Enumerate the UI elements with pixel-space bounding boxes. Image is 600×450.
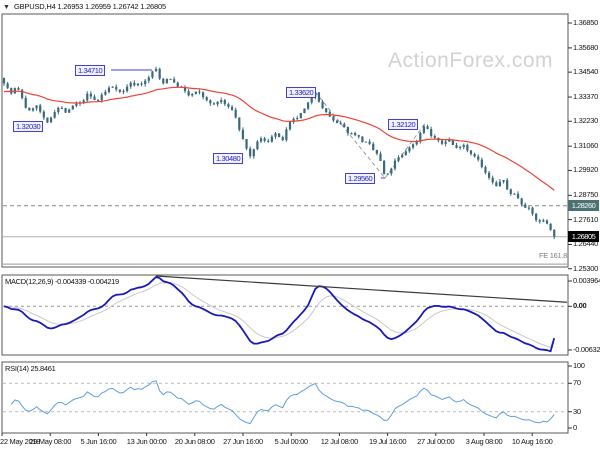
price-axis-tick: 1.34540 [573,67,599,77]
time-axis-tick: 10 Aug 16:00 [511,437,553,446]
macd-panel-background[interactable] [1,274,569,356]
rsi-axis-tick: 0 [573,423,577,432]
rsi-axis-tick: 100 [573,361,585,370]
time-axis-tick: 19 Jul 16:00 [368,437,407,446]
swing-annotation-label: 1.33620 [286,87,317,98]
price-axis-tick: 1.29920 [573,165,599,175]
macd-axis-tick: -0.006324 [573,345,600,354]
swing-annotation-label: 1.30480 [213,153,244,164]
time-axis-tick: 29 May 08:00 [29,437,72,446]
time-axis-tick: 27 Jul 00:00 [417,437,455,446]
swing-annotation-label: 1.34710 [75,65,106,76]
swing-annotation-label: 1.32120 [388,119,419,130]
watermark: ActionForex.com [388,49,554,72]
rsi-axis-tick: 30 [573,406,581,416]
price-axis-tick: 1.36850 [573,18,599,27]
macd-axis-tick: 0.003964 [573,276,600,285]
symbol-dropdown-icon[interactable]: ▼ [3,3,10,12]
time-axis-tick: 12 Jul 08:00 [320,437,359,446]
time-axis-tick: 27 Jun 16:00 [223,437,263,446]
macd-indicator-label: MACD(12,26,9) -0.004339 -0.004219 [5,277,119,286]
price-axis-tick: 1.32230 [573,116,599,126]
time-axis-tick: 5 Jul 00:00 [274,437,308,446]
rsi-indicator-label: RSI(14) 25.8461 [5,364,56,373]
swing-annotation-label: 1.32030 [13,121,44,132]
price-axis-tick: 1.25300 [573,263,599,273]
fib-extension-label: FE 161.8 [538,251,567,260]
resistance-price-label: 1.28260 [568,200,599,212]
swing-annotation-label: 1.29560 [345,173,376,184]
macd-axis-tick: 0.00 [573,301,587,311]
price-axis-tick: 1.31060 [573,141,599,151]
time-axis-tick: 20 Jun 08:00 [174,437,215,446]
symbol-ohlc-header: GBPUSD,H4 1.26953 1.26959 1.26742 1.2680… [14,2,166,11]
time-axis-tick: 3 Aug 08:00 [465,437,503,446]
current-price-label: 1.26805 [568,231,599,243]
time-axis-tick: 5 Jun 16:00 [80,437,117,446]
price-axis-tick: 1.33370 [573,92,599,102]
price-axis-tick: 1.28750 [573,190,599,200]
price-axis-tick: 1.35680 [573,42,599,52]
time-axis-tick: 13 Jun 00:00 [126,437,167,446]
rsi-panel-background[interactable] [1,361,569,434]
rsi-axis-tick: 70 [573,378,581,388]
price-axis-tick: 1.27610 [573,214,599,224]
